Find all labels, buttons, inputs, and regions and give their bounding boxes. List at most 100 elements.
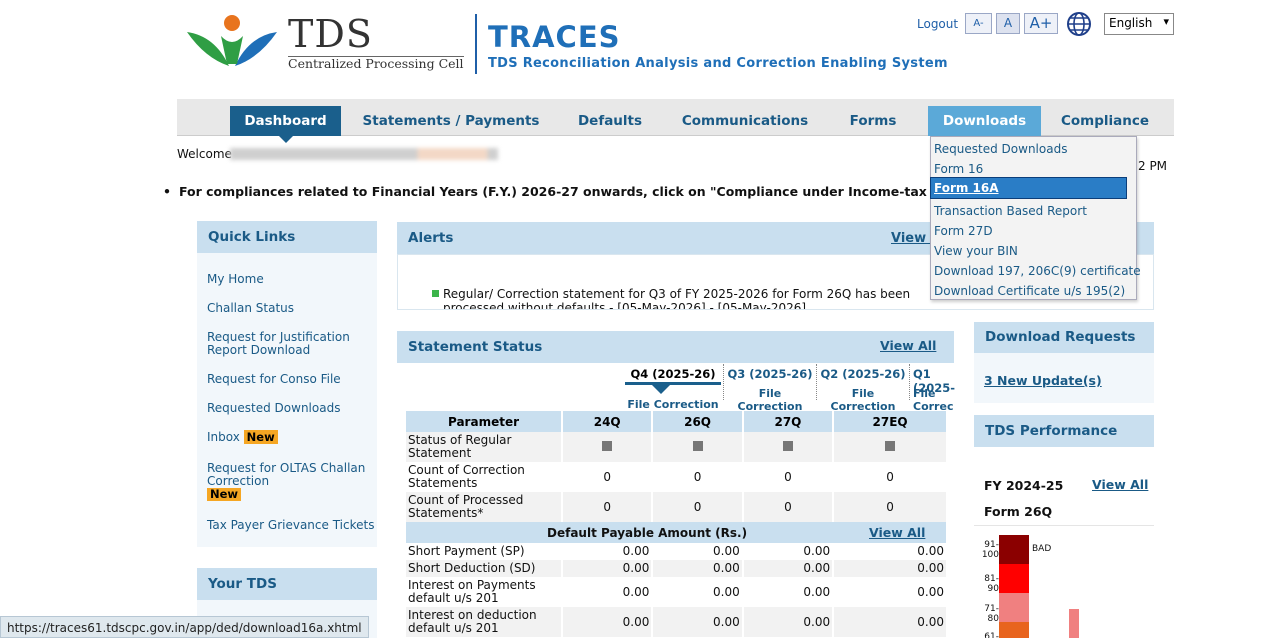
status-square-icon bbox=[692, 440, 703, 451]
performance-graph-header: TDS Performance Graph bbox=[974, 415, 1154, 471]
band-label: 81-90 bbox=[984, 574, 999, 594]
row-label: Status of Regular Statement bbox=[406, 432, 561, 462]
quick-link-my-home[interactable]: My Home bbox=[207, 273, 264, 286]
tab-q2-label: Q2 (2025-26) bbox=[820, 367, 906, 381]
default-payable-title: Default Payable Amount (Rs.) bbox=[547, 526, 748, 540]
nav-statements-payments[interactable]: Statements / Payments bbox=[356, 106, 546, 136]
row-label: Count of Processed Statements* bbox=[406, 492, 561, 522]
graph-fy-label: FY 2024-25 bbox=[984, 478, 1064, 493]
logout-link[interactable]: Logout bbox=[917, 17, 958, 31]
quick-link-challan-status[interactable]: Challan Status bbox=[207, 302, 294, 315]
quick-link-requested-downloads[interactable]: Requested Downloads bbox=[207, 402, 340, 415]
nav-dashboard-label: Dashboard bbox=[244, 113, 327, 129]
active-quarter-pointer bbox=[652, 385, 670, 394]
new-badge: New bbox=[207, 488, 242, 501]
language-select[interactable]: English ▾ bbox=[1104, 13, 1174, 35]
nav-communications[interactable]: Communications bbox=[675, 106, 815, 136]
menu-item-view-bin[interactable]: View your BIN bbox=[934, 244, 1018, 258]
alert-message[interactable]: Regular/ Correction statement for Q3 of … bbox=[443, 287, 929, 309]
table-header-row: Parameter 24Q 26Q 27Q 27EQ bbox=[406, 411, 946, 432]
font-increase-button[interactable]: A+ bbox=[1024, 13, 1058, 34]
menu-item-transaction-report[interactable]: Transaction Based Report bbox=[934, 204, 1087, 218]
download-requests-header: Download Requests bbox=[974, 322, 1154, 353]
nav-compliance[interactable]: Compliance bbox=[1052, 106, 1158, 136]
file-correction-link[interactable]: File Correction bbox=[727, 387, 813, 413]
quick-link-inbox[interactable]: Inbox bbox=[207, 430, 240, 444]
nav-dashboard[interactable]: Dashboard bbox=[230, 106, 341, 143]
band-label: 91-100 bbox=[981, 540, 999, 560]
compliance-notice[interactable]: • For compliances related to Financial Ye… bbox=[163, 184, 1009, 199]
column-header: 27Q bbox=[743, 411, 833, 432]
table-cell: 0.00 bbox=[917, 584, 944, 599]
table-row: Short Deduction (SD) 0.00 0.00 0.00 0.00 bbox=[406, 560, 946, 577]
table-cell: 0.00 bbox=[743, 607, 833, 637]
tab-q3-label: Q3 (2025-26) bbox=[727, 367, 813, 381]
table-cell: 0.00 bbox=[834, 560, 946, 577]
table-cell: 0.00 bbox=[743, 560, 833, 577]
tab-q3[interactable]: Q3 (2025-26) File Correction bbox=[727, 367, 813, 413]
font-normal-button[interactable]: A bbox=[996, 13, 1020, 34]
font-decrease-button[interactable]: A- bbox=[965, 13, 992, 34]
new-updates-link[interactable]: 3 New Update(s) bbox=[984, 373, 1102, 388]
band-label: 71-80 bbox=[984, 604, 999, 624]
quick-link-oltas-correction[interactable]: Request for OLTAS Challan Correction bbox=[207, 462, 372, 488]
table-cell: 0 bbox=[886, 469, 894, 484]
menu-item-form-16[interactable]: Form 16 bbox=[934, 162, 983, 176]
status-cell bbox=[563, 432, 652, 462]
bad-label: BAD bbox=[1032, 544, 1052, 554]
header-divider bbox=[475, 14, 477, 74]
status-square-icon bbox=[782, 440, 793, 451]
tab-q2[interactable]: Q2 (2025-26) File Correction bbox=[820, 367, 906, 413]
tab-q1-label: Q1 (2025- bbox=[913, 367, 956, 395]
table-cell: 0.00 bbox=[803, 544, 831, 558]
menu-item-requested-downloads[interactable]: Requested Downloads bbox=[934, 142, 1067, 156]
site-title: TRACES bbox=[488, 20, 621, 54]
site-subtitle: TDS Reconciliation Analysis and Correcti… bbox=[488, 56, 948, 71]
table-row: Status of Regular Statement bbox=[406, 432, 946, 462]
row-label: Short Payment (SP) bbox=[408, 544, 525, 558]
welcome-label: Welcome bbox=[177, 147, 232, 161]
table-cell: 0.00 bbox=[917, 544, 944, 558]
menu-item-197-certificate[interactable]: Download 197, 206C(9) certificate bbox=[934, 264, 1141, 278]
tab-q1[interactable]: Q1 (2025- File Correc bbox=[913, 367, 973, 413]
status-cell bbox=[743, 432, 833, 462]
default-payable-view-all[interactable]: View All bbox=[869, 525, 925, 540]
table-cell: 0.00 bbox=[803, 584, 831, 599]
nav-downloads[interactable]: Downloads bbox=[928, 106, 1041, 136]
quick-link-conso-file[interactable]: Request for Conso File bbox=[207, 373, 341, 386]
statement-status-view-all[interactable]: View All bbox=[880, 338, 936, 353]
menu-item-form-16a[interactable]: Form 16A bbox=[930, 177, 1127, 199]
row-label: Count of Correction Statements bbox=[408, 463, 525, 490]
menu-item-form-27d[interactable]: Form 27D bbox=[934, 224, 993, 238]
quick-link-inbox-row[interactable]: Inbox New bbox=[207, 430, 278, 444]
table-row: Interest on Payments default u/s 201 0.0… bbox=[406, 577, 946, 607]
nav-defaults[interactable]: Defaults bbox=[570, 106, 650, 136]
table-cell: 0.00 bbox=[563, 560, 652, 577]
file-correction-link[interactable]: File Correction bbox=[625, 398, 721, 411]
table-cell: 0.00 bbox=[563, 607, 652, 637]
quick-link-justification-report[interactable]: Request for Justification Report Downloa… bbox=[207, 331, 367, 357]
table-cell: 0.00 bbox=[653, 607, 742, 637]
table-row: Interest on deduction default u/s 201 0.… bbox=[406, 607, 946, 637]
compliance-notice-text: For compliances related to Financial Yea… bbox=[179, 184, 1010, 199]
active-tab-pointer bbox=[279, 136, 293, 143]
column-header: 24Q bbox=[563, 411, 652, 432]
column-header: Parameter bbox=[406, 411, 561, 432]
menu-item-195-certificate[interactable]: Download Certificate u/s 195(2) bbox=[934, 284, 1125, 298]
table-cell: 0.00 bbox=[713, 584, 740, 599]
alert-bullet-icon bbox=[432, 290, 439, 297]
tds-emblem-logo bbox=[185, 14, 280, 72]
tab-q4[interactable]: Q4 (2025-26) File Correction bbox=[625, 367, 721, 411]
graph-view-all[interactable]: View All bbox=[1092, 477, 1148, 492]
quick-link-grievance-tickets[interactable]: Tax Payer Grievance Tickets bbox=[207, 519, 374, 532]
file-correction-link[interactable]: File Correction bbox=[820, 387, 906, 413]
chevron-down-icon: ▾ bbox=[1163, 15, 1169, 28]
globe-icon[interactable] bbox=[1066, 11, 1092, 37]
tab-divider bbox=[723, 364, 724, 400]
table-cell: 0.00 bbox=[713, 544, 740, 558]
band-81-90 bbox=[999, 564, 1029, 593]
nav-forms[interactable]: Forms bbox=[840, 106, 906, 136]
login-time-fragment: 2 PM bbox=[1138, 159, 1168, 173]
table-row: Short Payment (SP) 0.00 0.00 0.00 0.00 bbox=[406, 543, 946, 560]
table-cell: 0 bbox=[834, 492, 946, 522]
